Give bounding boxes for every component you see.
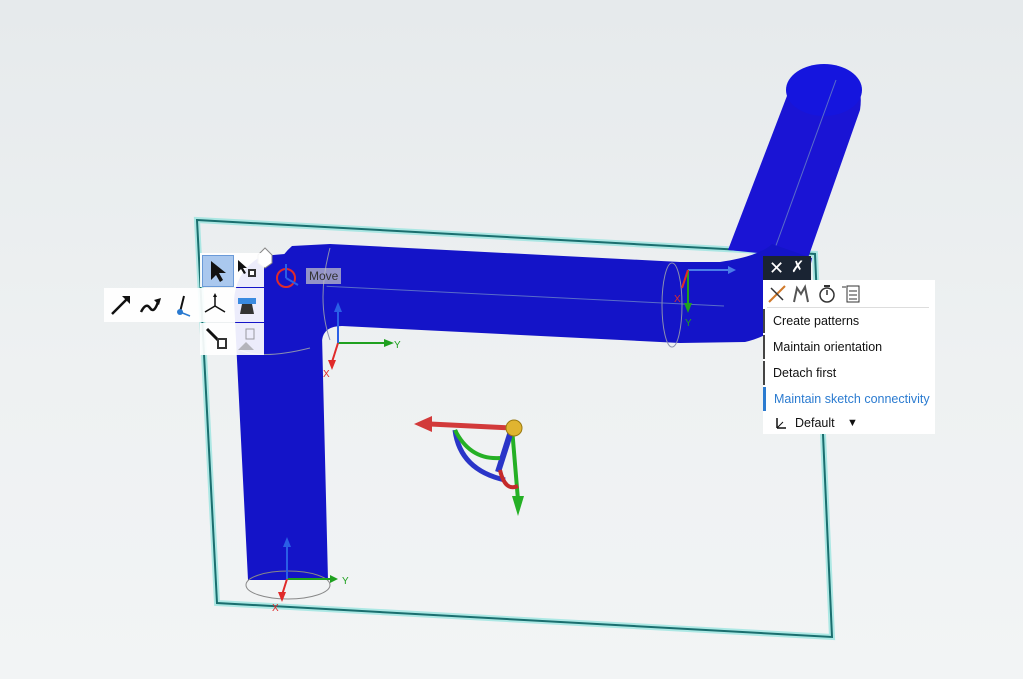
fold-icon[interactable] [232,324,262,354]
option-create-patterns[interactable]: Create patterns [763,309,933,333]
axis-orientation-icon [776,418,786,429]
option-maintain-sketch-connectivity[interactable]: Maintain sketch connectivity [763,387,933,411]
svg-text:X: X [323,369,330,380]
chevron-down-icon: ▼ [847,417,858,429]
move-gizmo[interactable] [414,416,524,516]
cancel-move-icon[interactable]: ✗ [791,256,804,280]
select-body-icon[interactable] [232,255,262,285]
svg-text:Y: Y [342,576,349,587]
close-icon[interactable]: ✕ [769,256,784,280]
ruler-measure-icon[interactable] [232,290,262,320]
snap-icon[interactable] [791,284,811,304]
anchor-point-icon[interactable] [166,290,196,320]
svg-text:Y: Y [394,340,401,351]
svg-text:X: X [272,603,279,614]
default-dropdown[interactable]: Default ▼ [771,413,871,433]
list-options-icon[interactable] [841,284,861,304]
path-curve-icon[interactable] [136,290,166,320]
options-icon-row [765,282,933,306]
option-maintain-orientation[interactable]: Maintain orientation [763,335,933,359]
pipe-horizontal-segment [262,244,812,343]
dropdown-value: Default [795,416,835,430]
move-along-path-icon[interactable] [106,290,136,320]
timer-icon[interactable] [817,284,837,304]
svg-text:X: X [674,294,681,305]
move-y-arrow [512,496,524,516]
pipe-end-cap [786,64,862,116]
option-detach-first[interactable]: Detach first [763,361,933,385]
move-axes-icon[interactable] [200,290,230,320]
move-tool-label: Move [306,268,342,284]
select-component-icon[interactable] [202,324,232,354]
select-tool-icon[interactable] [202,255,234,287]
svg-text:Y: Y [685,318,692,329]
move-x-arrow [414,416,432,432]
ruler-dimension-icon[interactable] [767,284,787,304]
